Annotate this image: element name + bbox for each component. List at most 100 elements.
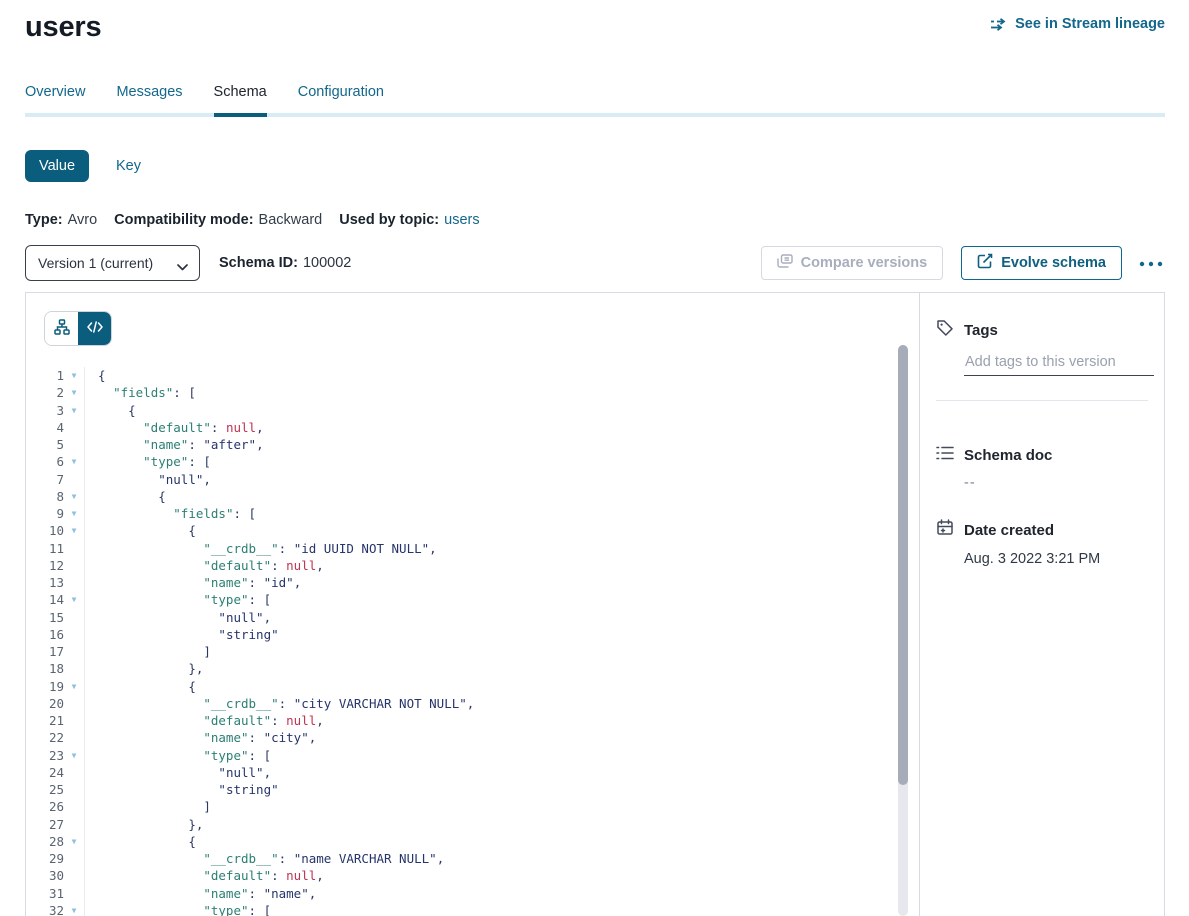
fold-gutter xyxy=(64,660,85,677)
line-number: 27 xyxy=(26,816,64,833)
date-created-heading: Date created xyxy=(964,522,1054,539)
value-toggle-button[interactable]: Value xyxy=(25,150,89,182)
schema-doc-heading: Schema doc xyxy=(964,447,1052,464)
page-header: users See in Stream lineage xyxy=(25,0,1165,44)
tab-schema[interactable]: Schema xyxy=(214,84,267,117)
line-number: 11 xyxy=(26,540,64,557)
code-text: "type": [ xyxy=(85,591,271,608)
line-number: 23 xyxy=(26,747,64,764)
type-label: Type: xyxy=(25,212,63,228)
fold-gutter xyxy=(64,557,85,574)
fold-gutter xyxy=(64,885,85,902)
tree-view-button[interactable] xyxy=(45,312,78,345)
line-number: 26 xyxy=(26,798,64,815)
code-line: 19▼ { xyxy=(26,678,919,695)
fold-toggle-icon[interactable]: ▼ xyxy=(64,453,85,470)
code-text: "__crdb__": "name VARCHAR NULL", xyxy=(85,850,444,867)
line-number: 9 xyxy=(26,505,64,522)
scrollbar-thumb[interactable] xyxy=(898,345,908,785)
code-text: "default": null, xyxy=(85,557,324,574)
line-number: 18 xyxy=(26,660,64,677)
code-line: 9▼ "fields": [ xyxy=(26,505,919,522)
code-line: 15 "null", xyxy=(26,609,919,626)
fold-toggle-icon[interactable]: ▼ xyxy=(64,367,85,384)
more-options-button[interactable] xyxy=(1137,249,1165,277)
fold-gutter xyxy=(64,540,85,557)
evolve-schema-label: Evolve schema xyxy=(1001,255,1106,271)
key-toggle-button[interactable]: Key xyxy=(116,158,141,174)
code-line: 20 "__crdb__": "city VARCHAR NOT NULL", xyxy=(26,695,919,712)
code-text: ] xyxy=(85,798,211,815)
code-text: "__crdb__": "id UUID NOT NULL", xyxy=(85,540,437,557)
line-number: 22 xyxy=(26,729,64,746)
code-text: }, xyxy=(85,816,203,833)
tab-configuration[interactable]: Configuration xyxy=(298,84,384,117)
fold-gutter xyxy=(64,436,85,453)
lineage-link-label: See in Stream lineage xyxy=(1015,16,1165,32)
code-view-button[interactable] xyxy=(78,312,111,345)
code-line: 11 "__crdb__": "id UUID NOT NULL", xyxy=(26,540,919,557)
line-number: 16 xyxy=(26,626,64,643)
fold-toggle-icon[interactable]: ▼ xyxy=(64,747,85,764)
fold-toggle-icon[interactable]: ▼ xyxy=(64,902,85,916)
list-icon xyxy=(936,445,954,465)
code-view-icon xyxy=(87,321,103,336)
code-text: "default": null, xyxy=(85,867,324,884)
date-created-value: Aug. 3 2022 3:21 PM xyxy=(964,551,1148,567)
code-text: "name": "name", xyxy=(85,885,316,902)
code-line: 6▼ "type": [ xyxy=(26,453,919,470)
code-text: "type": [ xyxy=(85,747,271,764)
code-text: "default": null, xyxy=(85,419,264,436)
tab-overview[interactable]: Overview xyxy=(25,84,85,117)
version-select-wrapper: Version 1 (current) xyxy=(25,245,200,281)
add-tags-input[interactable] xyxy=(964,354,1154,376)
evolve-schema-button[interactable]: Evolve schema xyxy=(961,246,1122,280)
line-number: 32 xyxy=(26,902,64,916)
tab-messages[interactable]: Messages xyxy=(116,84,182,117)
fold-toggle-icon[interactable]: ▼ xyxy=(64,591,85,608)
code-line: 26 ] xyxy=(26,798,919,815)
line-number: 25 xyxy=(26,781,64,798)
code-line: 14▼ "type": [ xyxy=(26,591,919,608)
code-text: "fields": [ xyxy=(85,384,196,401)
compare-versions-button[interactable]: Compare versions xyxy=(761,246,944,280)
fold-toggle-icon[interactable]: ▼ xyxy=(64,505,85,522)
code-area[interactable]: 1▼{2▼ "fields": [3▼ {4 "default": null,5… xyxy=(26,367,919,916)
fold-toggle-icon[interactable]: ▼ xyxy=(64,678,85,695)
code-line: 16 "string" xyxy=(26,626,919,643)
fold-toggle-icon[interactable]: ▼ xyxy=(64,402,85,419)
code-text: "string" xyxy=(85,781,279,798)
line-number: 4 xyxy=(26,419,64,436)
see-in-stream-lineage-link[interactable]: See in Stream lineage xyxy=(990,16,1165,32)
value-key-toggle: Value Key xyxy=(25,150,1165,182)
version-select[interactable]: Version 1 (current) xyxy=(25,245,200,281)
editor-view-toggle xyxy=(44,311,112,346)
line-number: 13 xyxy=(26,574,64,591)
fold-toggle-icon[interactable]: ▼ xyxy=(64,522,85,539)
code-line: 24 "null", xyxy=(26,764,919,781)
fold-toggle-icon[interactable]: ▼ xyxy=(64,384,85,401)
fold-gutter xyxy=(64,695,85,712)
code-line: 30 "default": null, xyxy=(26,867,919,884)
code-text: "fields": [ xyxy=(85,505,256,522)
line-number: 17 xyxy=(26,643,64,660)
code-line: 3▼ { xyxy=(26,402,919,419)
topic-link[interactable]: users xyxy=(444,212,479,228)
code-line: 2▼ "fields": [ xyxy=(26,384,919,401)
code-text: { xyxy=(85,833,196,850)
line-number: 29 xyxy=(26,850,64,867)
code-text: "null", xyxy=(85,764,271,781)
code-text: "type": [ xyxy=(85,902,271,916)
code-text: "name": "after", xyxy=(85,436,264,453)
fold-toggle-icon[interactable]: ▼ xyxy=(64,488,85,505)
compat-mode-label: Compatibility mode: xyxy=(114,212,253,228)
editor-scrollbar[interactable] xyxy=(898,345,908,916)
topic-tabs: Overview Messages Schema Configuration xyxy=(25,84,1165,117)
fold-gutter xyxy=(64,643,85,660)
fold-gutter xyxy=(64,798,85,815)
code-text: "string" xyxy=(85,626,279,643)
line-number: 12 xyxy=(26,557,64,574)
fold-toggle-icon[interactable]: ▼ xyxy=(64,833,85,850)
line-number: 19 xyxy=(26,678,64,695)
line-number: 10 xyxy=(26,522,64,539)
